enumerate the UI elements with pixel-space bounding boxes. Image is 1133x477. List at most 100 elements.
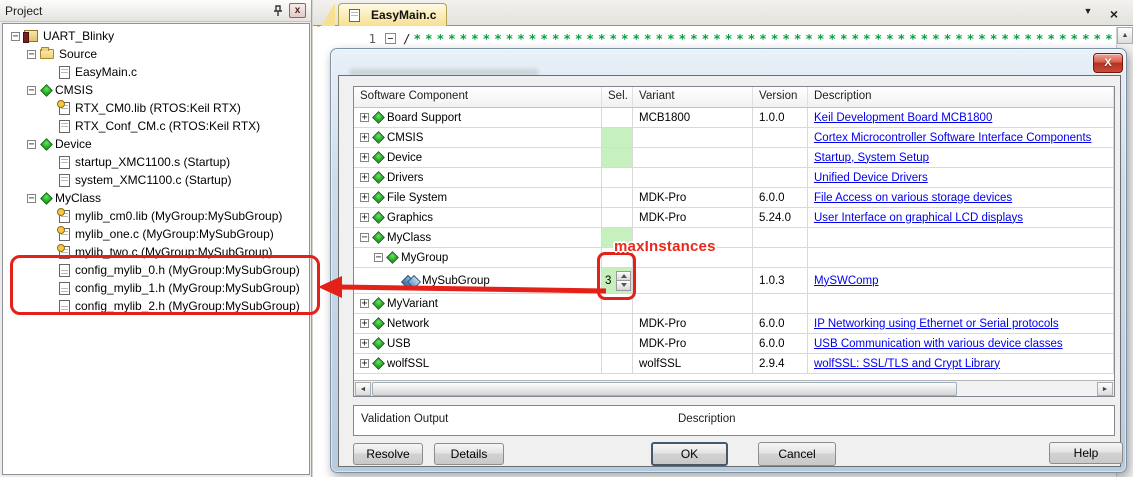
tree-item-uart_blinky[interactable]: −UART_Blinky: [3, 27, 309, 45]
component-name-cell[interactable]: +Device: [354, 148, 602, 168]
cancel-button[interactable]: Cancel: [758, 442, 836, 466]
component-row-network[interactable]: +NetworkMDK-Pro6.0.0IP Networking using …: [354, 314, 1114, 334]
description-link[interactable]: Startup, System Setup: [814, 152, 929, 164]
pin-icon[interactable]: [269, 3, 286, 18]
sel-cell[interactable]: [602, 108, 633, 128]
dialog-close-icon[interactable]: X: [1093, 53, 1123, 73]
tab-list-dropdown-icon[interactable]: ▼: [1079, 6, 1097, 21]
tree-item-mylib_one.c[interactable]: mylib_one.c (MyGroup:MySubGroup): [3, 225, 309, 243]
tree-expander-icon[interactable]: −: [27, 86, 36, 95]
component-row-myclass[interactable]: −MyClass: [354, 228, 1114, 248]
tab-close-icon[interactable]: ×: [1105, 6, 1123, 21]
component-name-cell[interactable]: +MyVariant: [354, 294, 602, 314]
tree-expander-icon[interactable]: −: [27, 194, 36, 203]
variant-cell[interactable]: [633, 294, 753, 314]
tree-expander-icon[interactable]: +: [360, 339, 369, 348]
variant-cell[interactable]: [633, 148, 753, 168]
sel-cell[interactable]: [602, 168, 633, 188]
component-name-cell[interactable]: +Network: [354, 314, 602, 334]
component-row-drivers[interactable]: +Drivers Unified Device Drivers: [354, 168, 1114, 188]
variant-cell[interactable]: MDK-Pro: [633, 314, 753, 334]
component-name-cell[interactable]: +Graphics: [354, 208, 602, 228]
col-header-description[interactable]: Description: [808, 87, 1114, 107]
tree-expander-icon[interactable]: +: [360, 193, 369, 202]
description-link[interactable]: wolfSSL: SSL/TLS and Crypt Library: [814, 358, 1000, 370]
tree-item-myclass[interactable]: −MyClass: [3, 189, 309, 207]
component-row-file-system[interactable]: +File SystemMDK-Pro6.0.0File Access on v…: [354, 188, 1114, 208]
help-button[interactable]: Help: [1049, 442, 1123, 464]
component-row-device[interactable]: +Device Startup, System Setup: [354, 148, 1114, 168]
tree-expander-icon[interactable]: −: [27, 50, 36, 59]
table-horizontal-scrollbar[interactable]: ◄ ►: [354, 380, 1114, 396]
tree-expander-icon[interactable]: +: [360, 299, 369, 308]
tree-item-source[interactable]: −Source: [3, 45, 309, 63]
tree-item-rtx_cm0.lib[interactable]: RTX_CM0.lib (RTOS:Keil RTX): [3, 99, 309, 117]
tab-easymain[interactable]: EasyMain.c: [338, 3, 447, 26]
scroll-right-icon[interactable]: ►: [1097, 382, 1113, 396]
description-link[interactable]: Cortex Microcontroller Software Interfac…: [814, 132, 1091, 144]
tree-expander-icon[interactable]: +: [360, 359, 369, 368]
sel-cell[interactable]: [602, 334, 633, 354]
component-name-cell[interactable]: +USB: [354, 334, 602, 354]
component-row-mygroup[interactable]: −MyGroup: [354, 248, 1114, 268]
description-link[interactable]: USB Communication with various device cl…: [814, 338, 1063, 350]
component-row-wolfssl[interactable]: +wolfSSLwolfSSL2.9.4wolfSSL: SSL/TLS and…: [354, 354, 1114, 374]
component-row-mysubgroup[interactable]: MySubGroup31.0.3MySWComp: [354, 268, 1114, 294]
details-button[interactable]: Details: [434, 443, 504, 465]
variant-cell[interactable]: MDK-Pro: [633, 188, 753, 208]
variant-cell[interactable]: [633, 268, 753, 294]
tree-item-cmsis[interactable]: −CMSIS: [3, 81, 309, 99]
component-name-cell[interactable]: −MyGroup: [354, 248, 602, 268]
component-name-cell[interactable]: MySubGroup: [354, 268, 602, 294]
component-row-cmsis[interactable]: +CMSIS Cortex Microcontroller Software In…: [354, 128, 1114, 148]
tree-expander-icon[interactable]: −: [27, 140, 36, 149]
variant-cell[interactable]: MDK-Pro: [633, 334, 753, 354]
description-link[interactable]: MySWComp: [814, 275, 879, 287]
tree-item-rtx_conf_cm.c[interactable]: RTX_Conf_CM.c (RTOS:Keil RTX): [3, 117, 309, 135]
variant-cell[interactable]: MDK-Pro: [633, 208, 753, 228]
sel-cell[interactable]: [602, 188, 633, 208]
component-row-board-support[interactable]: +Board SupportMCB18001.0.0Keil Developme…: [354, 108, 1114, 128]
scroll-up-icon[interactable]: ▲: [1117, 27, 1133, 44]
sel-cell[interactable]: [602, 314, 633, 334]
sel-cell[interactable]: [602, 208, 633, 228]
description-link[interactable]: IP Networking using Ethernet or Serial p…: [814, 318, 1059, 330]
tree-expander-icon[interactable]: +: [360, 173, 369, 182]
component-row-myvariant[interactable]: +MyVariant: [354, 294, 1114, 314]
tree-item-system_xmc1100.c[interactable]: system_XMC1100.c (Startup): [3, 171, 309, 189]
scroll-left-icon[interactable]: ◄: [355, 382, 371, 396]
component-name-cell[interactable]: +Drivers: [354, 168, 602, 188]
sel-cell[interactable]: [602, 354, 633, 374]
tree-expander-icon[interactable]: +: [360, 113, 369, 122]
ok-button[interactable]: OK: [651, 442, 728, 466]
component-name-cell[interactable]: +Board Support: [354, 108, 602, 128]
tree-item-startup_xmc1100.s[interactable]: startup_XMC1100.s (Startup): [3, 153, 309, 171]
component-row-usb[interactable]: +USBMDK-Pro6.0.0USB Communication with v…: [354, 334, 1114, 354]
col-header-version[interactable]: Version: [753, 87, 808, 107]
description-link[interactable]: Keil Development Board MCB1800: [814, 112, 992, 124]
description-link[interactable]: File Access on various storage devices: [814, 192, 1012, 204]
component-name-cell[interactable]: +File System: [354, 188, 602, 208]
variant-cell[interactable]: [633, 168, 753, 188]
code-fold-icon[interactable]: [385, 33, 396, 44]
description-link[interactable]: User Interface on graphical LCD displays: [814, 212, 1023, 224]
project-tree[interactable]: −UART_Blinky−SourceEasyMain.c−CMSISRTX_C…: [2, 23, 310, 475]
tree-expander-icon[interactable]: +: [360, 133, 369, 142]
tree-expander-icon[interactable]: −: [374, 253, 383, 262]
variant-cell[interactable]: wolfSSL: [633, 354, 753, 374]
variant-cell[interactable]: MCB1800: [633, 108, 753, 128]
tree-expander-icon[interactable]: −: [360, 233, 369, 242]
tree-item-easymain.c[interactable]: EasyMain.c: [3, 63, 309, 81]
tree-expander-icon[interactable]: +: [360, 213, 369, 222]
component-row-graphics[interactable]: +GraphicsMDK-Pro5.24.0User Interface on …: [354, 208, 1114, 228]
col-header-variant[interactable]: Variant: [633, 87, 753, 107]
resolve-button[interactable]: Resolve: [353, 443, 423, 465]
tree-item-device[interactable]: −Device: [3, 135, 309, 153]
tree-item-mylib_cm0.lib[interactable]: mylib_cm0.lib (MyGroup:MySubGroup): [3, 207, 309, 225]
scrollbar-thumb[interactable]: [372, 382, 957, 396]
tree-expander-icon[interactable]: +: [360, 153, 369, 162]
description-link[interactable]: Unified Device Drivers: [814, 172, 928, 184]
component-name-cell[interactable]: +CMSIS: [354, 128, 602, 148]
tree-expander-icon[interactable]: −: [11, 32, 20, 41]
variant-cell[interactable]: [633, 128, 753, 148]
